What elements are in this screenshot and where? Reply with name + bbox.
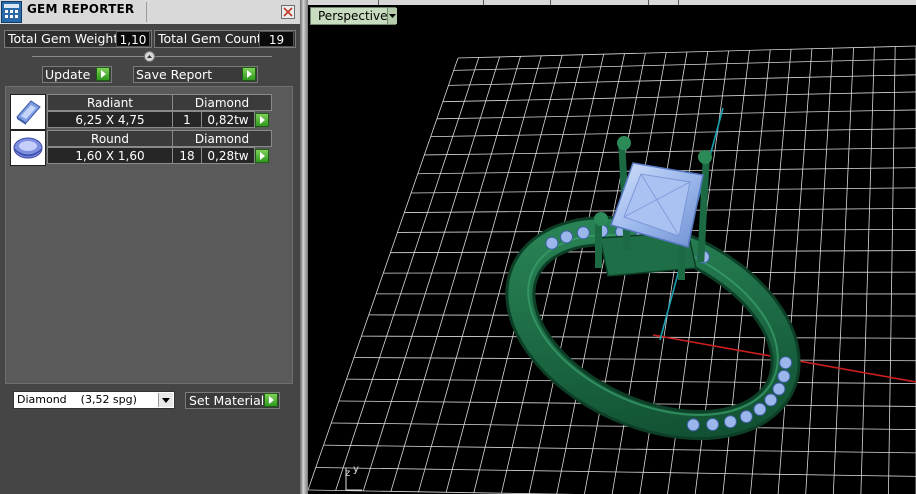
title-separator [146,2,147,22]
ring-3d-scene[interactable]: z y [308,0,916,494]
3d-viewport[interactable]: z y Perspective [308,0,916,494]
save-report-button[interactable]: Save Report [133,66,258,83]
grid-line [362,56,501,492]
gem-count: 18 [172,147,202,164]
gem-material: Diamond [172,130,272,147]
gem-size: 1,60 X 1,60 [47,147,173,164]
grid-line [888,46,896,494]
gem-weight: 0,82tw [201,111,255,128]
grid-line [424,147,916,156]
viewport-tab-strip [308,0,916,5]
side-stone [777,369,791,383]
chevron-down-icon [158,393,173,407]
gem-detail-arrow-button[interactable] [255,113,269,127]
play-arrow-icon [264,393,278,407]
save-report-button-label: Save Report [136,67,213,82]
gem-detail-arrow-button[interactable] [255,149,269,163]
play-arrow-icon [96,67,110,81]
gem-shape: Radiant [47,94,173,111]
material-dropdown-value: Diamond (3,52 spg) [17,393,137,406]
grid-line [390,56,521,492]
tab-separator [378,0,379,5]
gem-shape: Round [47,130,173,147]
side-stone [753,402,767,416]
grid-line [430,128,916,138]
grid-line [453,58,916,71]
collapse-toggle-button[interactable] [144,51,155,62]
total-gem-count-value: 19 [259,31,294,47]
material-dropdown[interactable]: Diamond (3,52 spg) [13,391,175,409]
grid-line [335,57,480,491]
tab-separator [483,0,484,5]
view-mode-label: Perspective [318,9,388,23]
side-stone [779,356,793,370]
round-cut-gem-icon [10,130,46,166]
play-arrow-icon [260,116,265,124]
side-stone [739,410,753,424]
grid-line [777,48,813,494]
side-stone [723,415,737,429]
chevron-down-icon [387,8,397,24]
axis-label-y: y [353,464,359,475]
gem-reporter-app-icon [1,1,22,23]
axis-label-z: z [345,468,350,479]
close-icon [283,7,293,17]
gem-row-radiant[interactable]: Radiant Diamond 6,25 X 4,75 1 0,82tw [10,94,272,130]
side-stone [576,226,590,240]
grid-line [445,55,563,493]
gem-material: Diamond [172,94,272,111]
set-material-button[interactable]: Set Material [185,392,280,409]
panel-title: GEM REPORTER [27,2,135,16]
side-stone [706,418,720,431]
grid-line [457,45,916,59]
grid-line [315,467,916,477]
gem-row-round[interactable]: Round Diamond 1,60 X 1,60 18 0,28tw [10,130,272,166]
gem-size: 6,25 X 4,75 [47,111,173,128]
panel-title-bar: GEM REPORTER [0,0,300,24]
gem-count: 1 [172,111,202,128]
chevron-up-icon [147,55,152,58]
update-button-label: Update [45,67,91,82]
tab-separator [550,0,551,5]
gem-list: Radiant Diamond 6,25 X 4,75 1 0,82tw Rou… [5,86,293,384]
play-arrow-icon [260,152,265,160]
set-material-button-label: Set Material [189,393,265,408]
side-stone [764,393,778,407]
total-gem-weight-value: 1,10 [116,31,150,47]
play-arrow-icon [242,67,256,81]
grid-line [368,314,916,317]
radiant-cut-gem-icon [10,94,46,130]
grid-line [436,109,916,120]
tab-separator [678,0,679,5]
close-button[interactable] [281,5,295,19]
grid-line [860,47,875,494]
view-mode-dropdown[interactable]: Perspective [310,7,397,25]
gem-reporter-panel: GEM REPORTER Total Gem Weight 1,10 Total… [0,0,300,494]
grid-line [308,57,459,491]
side-stone [560,230,573,244]
side-stone [545,236,559,250]
panel-splitter[interactable] [300,0,308,494]
tab-separator [648,0,649,5]
grid-line [448,74,916,86]
update-button[interactable]: Update [42,66,112,83]
grid-line [442,91,916,103]
side-stone [686,418,700,432]
gem-weight: 0,28tw [201,147,255,164]
side-stone [772,382,786,396]
grid-line [323,444,916,454]
grid-line [832,47,854,494]
grid-line [805,48,834,494]
